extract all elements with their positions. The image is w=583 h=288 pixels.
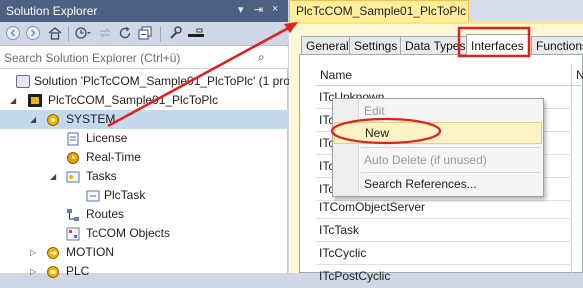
realtime-icon [66,151,80,164]
tab-functions[interactable]: Functions [531,36,583,56]
collapsed-arrow-icon[interactable]: ▷ [30,243,40,262]
toolbar-separator [160,26,161,42]
solution-explorer-title-bar: Solution Explorer ▾ ⇥ × [0,0,288,22]
tree-item-motion[interactable]: ▷ MOTION [0,243,288,262]
tree-item-label: SYSTEM [66,112,116,126]
menu-item-search-references[interactable]: Search References... [334,173,542,195]
menu-item-label: Search References... [364,177,477,191]
menu-item-label: New [365,126,390,140]
search-icon[interactable]: ⌕ [258,50,265,65]
tree-item-label: Solution 'PlcTcCOM_Sample01_PlcToPlc' (1… [34,74,291,88]
tree-item-license[interactable]: License [0,129,288,148]
solution-explorer-title: Solution Explorer [6,4,98,18]
menu-separator [361,147,541,148]
tasks-icon [66,170,80,183]
tree-item-solution[interactable]: Solution 'PlcTcCOM_Sample01_PlcToPlc' (1… [0,72,291,91]
tab-data-types[interactable]: Data Types [400,36,471,56]
tree-item-tccom-objects[interactable]: TcCOM Objects [0,224,288,243]
tree-item-label: Tasks [86,169,117,183]
expanded-arrow-icon[interactable]: ◢ [30,110,40,129]
tree-item-project[interactable]: ◢ PlcTcCOM_Sample01_PlcToPlc [0,91,288,110]
solution-explorer-toolbar [0,22,288,46]
tree-item-label: PlcTcCOM_Sample01_PlcToPlc [48,93,219,107]
tree-item-plc[interactable]: ▷ PLC [0,262,288,281]
tree-item-label: License [86,131,128,145]
dropdown-icon[interactable]: ▾ [238,3,244,16]
task-icon [86,189,100,202]
sync-icon[interactable] [96,25,114,43]
tree-item-label: MOTION [66,245,114,259]
routes-icon [66,208,80,221]
row-name: ITComObjectServer [319,200,426,214]
search-placeholder: Search Solution Explorer (Ctrl+ü) [4,51,181,65]
row-name: ITcCyclic [319,246,367,260]
pin-icon[interactable]: ⇥ [254,3,263,16]
license-icon [66,132,80,146]
show-preview-icon[interactable] [186,25,206,43]
table-row[interactable]: ITcTask [316,219,570,242]
tab-general[interactable]: General [301,36,354,56]
menu-item-label: Auto Delete (if unused) [364,153,487,167]
tree-item-label: Real-Time [86,150,141,164]
project-icon [28,94,42,107]
solution-explorer-panel: Solution Explorer ▾ ⇥ × Search Solution … [0,0,291,278]
tree-item-label: TcCOM Objects [86,226,171,240]
gear-icon [46,113,60,126]
document-tab[interactable]: PlcTcCOM_Sample01_PlcToPlc [289,0,469,22]
context-menu: Edit New Auto Delete (if unused) Search … [332,98,544,197]
row-name: ITcTask [319,223,360,237]
table-row[interactable]: ITcCyclic [316,242,570,265]
tab-interfaces[interactable]: Interfaces [466,34,529,57]
properties-wrench-icon[interactable] [166,25,184,43]
toolbar-separator [68,26,69,42]
tree-item-plctask[interactable]: PlcTask [0,186,288,205]
tree-item-routes[interactable]: Routes [0,205,288,224]
menu-item-auto-delete[interactable]: Auto Delete (if unused) [334,149,542,171]
tab-settings[interactable]: Settings [349,36,403,56]
tree-item-label: Routes [86,207,125,221]
expanded-arrow-icon[interactable]: ◢ [50,167,60,186]
column-divider [571,64,572,273]
document-tab-title: PlcTcCOM_Sample01_PlcToPlc [296,4,467,18]
table-row[interactable]: ITComObjectServer [316,196,570,219]
history-icon[interactable] [74,25,92,43]
property-tabs: General Settings Data Types Interfaces F… [299,34,583,57]
tree-item-label: PlcTask [104,188,146,202]
tree-item-label: PLC [66,264,90,278]
home-icon[interactable] [46,25,64,43]
solution-icon [16,75,30,88]
forward-icon[interactable] [24,25,42,43]
back-icon[interactable] [4,25,22,43]
tree-item-real-time[interactable]: Real-Time [0,148,288,167]
menu-item-new[interactable]: New [334,122,542,144]
menu-item-edit[interactable]: Edit [334,100,542,122]
table-row[interactable]: ITcPostCyclic [316,265,570,288]
collapse-all-icon[interactable] [136,25,154,43]
refresh-icon[interactable] [116,25,134,43]
tree-item-system[interactable]: ◢ SYSTEM [0,110,288,129]
row-name: ITcPostCyclic [319,269,391,283]
tree-item-tasks[interactable]: ◢ Tasks [0,167,288,186]
column-header-name[interactable]: Name [320,68,352,82]
collapsed-arrow-icon[interactable]: ▷ [30,262,40,281]
solution-explorer-search[interactable]: Search Solution Explorer (Ctrl+ü) ⌕ [0,47,288,69]
motion-icon [46,246,60,259]
tccom-objects-icon [66,227,80,241]
close-icon[interactable]: × [272,3,278,15]
menu-item-label: Edit [364,104,385,118]
expanded-arrow-icon[interactable]: ◢ [10,91,20,110]
table-header: Name N [316,64,583,86]
plc-icon [46,265,60,278]
column-header-second[interactable]: N [576,68,583,82]
